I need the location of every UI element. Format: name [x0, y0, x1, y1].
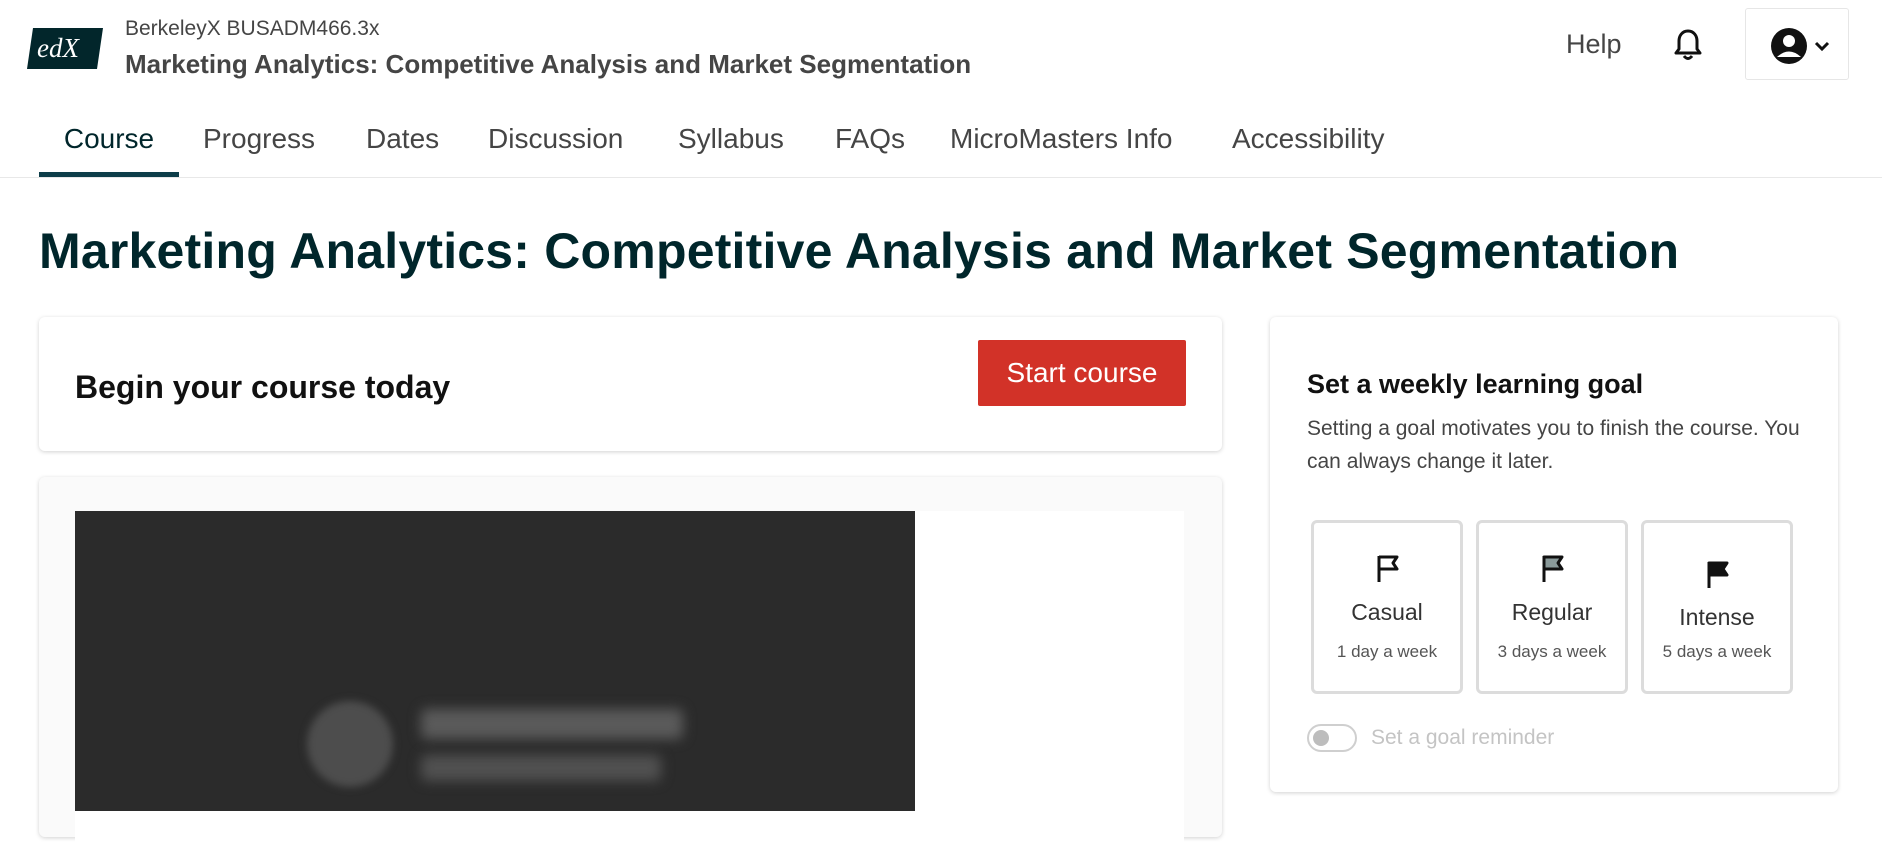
begin-course-title: Begin your course today [75, 369, 451, 405]
flag-outline-icon [1377, 555, 1399, 582]
toggle-knob [1313, 730, 1329, 746]
goal-option-regular[interactable]: Regular 3 days a week [1476, 520, 1628, 694]
goal-description: Setting a goal motivates you to finish t… [1307, 417, 1800, 473]
tab-micromasters-info[interactable]: MicroMasters Info [950, 100, 1173, 178]
help-link[interactable]: Help [1566, 29, 1622, 60]
course-org: BerkeleyX BUSADM466.3x [125, 17, 380, 40]
tab-discussion[interactable]: Discussion [488, 100, 623, 178]
video-player[interactable] [75, 511, 915, 811]
edx-logo[interactable]: edX [27, 26, 103, 71]
chevron-down-icon [1814, 41, 1830, 52]
tab-progress[interactable]: Progress [203, 100, 315, 178]
begin-course-card: Begin your course today Start course [39, 317, 1222, 451]
video-container [75, 511, 1184, 851]
goal-option-name: Intense [1679, 604, 1755, 630]
tab-syllabus[interactable]: Syllabus [678, 100, 784, 178]
video-blurred-message [421, 709, 683, 739]
goal-option-casual[interactable]: Casual 1 day a week [1311, 520, 1463, 694]
flag-half-icon [1542, 555, 1564, 582]
goal-reminder-toggle[interactable] [1307, 724, 1357, 752]
account-circle-icon [1771, 28, 1807, 64]
goal-option-intense[interactable]: Intense 5 days a week [1641, 520, 1793, 694]
goal-reminder-label: Set a goal reminder [1371, 726, 1555, 749]
tab-faqs[interactable]: FAQs [835, 100, 905, 178]
welcome-video-card [39, 477, 1222, 851]
goal-option-frequency: 3 days a week [1497, 642, 1607, 661]
flag-filled-icon [1707, 561, 1729, 588]
edx-logo-text: edX [37, 33, 80, 63]
goal-option-name: Casual [1351, 599, 1423, 625]
goal-option-frequency: 5 days a week [1662, 642, 1772, 661]
user-menu-button[interactable] [1745, 8, 1849, 80]
weekly-goal-card: Set a weekly learning goal Setting a goa… [1270, 317, 1838, 792]
goal-option-name: Regular [1511, 599, 1593, 625]
tab-accessibility[interactable]: Accessibility [1232, 100, 1384, 178]
video-unavailable-icon [307, 701, 393, 787]
page-title: Marketing Analytics: Competitive Analysi… [39, 223, 1680, 279]
tab-course[interactable]: Course [39, 100, 179, 178]
goal-title: Set a weekly learning goal [1307, 369, 1644, 399]
tabs-divider [0, 177, 1882, 178]
goal-option-frequency: 1 day a week [1336, 642, 1438, 661]
video-blurred-submessage [421, 755, 661, 781]
tab-dates[interactable]: Dates [366, 100, 439, 178]
bell-icon[interactable] [1672, 28, 1704, 62]
start-course-button[interactable]: Start course [978, 340, 1186, 406]
header-course-name[interactable]: Marketing Analytics: Competitive Analysi… [125, 49, 971, 80]
